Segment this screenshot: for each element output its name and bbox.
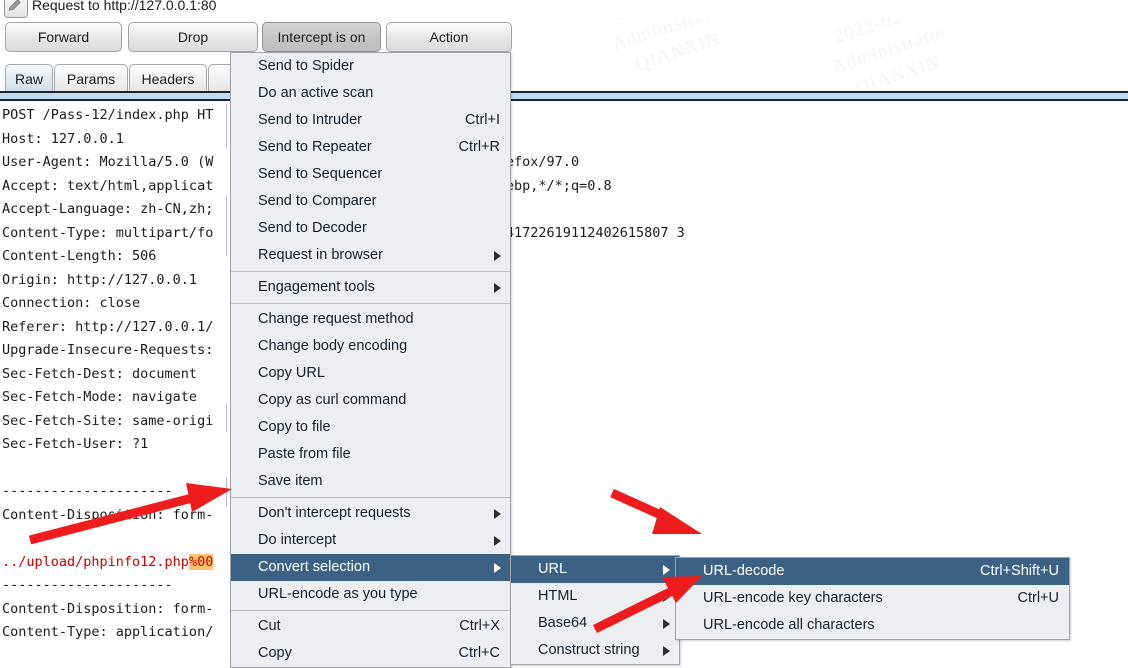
menu-item-accelerator: Ctrl+X	[459, 618, 500, 634]
menu-item-accelerator: Ctrl+R	[458, 139, 501, 155]
menu-item-label: Don't intercept requests	[258, 505, 411, 521]
menu-item-label: Save item	[258, 473, 323, 489]
chevron-right-icon	[494, 508, 501, 519]
menu-item[interactable]: Change request method	[231, 306, 510, 333]
menu-separator	[231, 497, 510, 498]
menu-item-label: Send to Repeater	[258, 139, 372, 155]
menu-item[interactable]: Copy URL	[231, 360, 510, 387]
menu-item-label: Change request method	[258, 311, 414, 327]
menu-item-label: Construct string	[538, 642, 640, 658]
convert-selection-submenu[interactable]: URL HTML Base64 Construct string	[510, 555, 680, 665]
menu-separator	[231, 303, 510, 304]
drop-button[interactable]: Drop	[128, 22, 258, 52]
menu-item[interactable]: Engagement tools	[231, 274, 510, 301]
menu-separator	[231, 271, 510, 272]
menu-item-label: Send to Sequencer	[258, 166, 383, 182]
menu-item[interactable]: Send to Decoder	[231, 215, 510, 242]
menu-item-accelerator: Ctrl+C	[458, 645, 501, 661]
menu-item[interactable]: Send to Sequencer	[231, 161, 510, 188]
editor-divider	[226, 104, 227, 148]
menu-item[interactable]: Send to Intruder Ctrl+I	[231, 107, 510, 134]
menu-item[interactable]: Change body encoding	[231, 333, 510, 360]
menu-item-label: Send to Spider	[258, 58, 354, 74]
menu-item-label: URL	[538, 561, 568, 577]
menu-item[interactable]: Save item	[231, 468, 510, 495]
chevron-right-icon	[494, 535, 501, 546]
menu-item[interactable]: Copy Ctrl+C	[231, 640, 510, 667]
menu-item-label: Copy to file	[258, 419, 331, 435]
menu-item-label: Do intercept	[258, 532, 337, 548]
menu-item[interactable]: URL	[511, 556, 679, 583]
menu-item[interactable]: Don't intercept requests	[231, 500, 510, 527]
editor-divider	[226, 404, 227, 432]
window-title-bar: Request to http://127.0.0.1:80	[0, 0, 1128, 18]
pencil-icon[interactable]	[4, 0, 28, 18]
menu-item[interactable]: Request in browser	[231, 242, 510, 269]
menu-item-label: Request in browser	[258, 247, 383, 263]
menu-item[interactable]: URL-decode Ctrl+Shift+U	[676, 558, 1069, 585]
context-menu[interactable]: Send to Spider Do an active scan Send to I…	[230, 52, 511, 668]
menu-item-label: URL-encode key characters	[703, 590, 883, 606]
menu-item-label: Copy as curl command	[258, 392, 407, 408]
menu-item-label: Paste from file	[258, 446, 351, 462]
menu-item-accelerator: Ctrl+I	[464, 112, 500, 128]
menu-item-label: Copy URL	[258, 365, 325, 381]
forward-button[interactable]: Forward	[5, 22, 122, 52]
menu-item[interactable]: URL-encode as you type	[231, 581, 510, 608]
menu-item-label: URL-encode all characters	[703, 617, 875, 633]
menu-item-label: URL-encode as you type	[258, 586, 418, 602]
chevron-right-icon	[663, 645, 670, 656]
menu-item[interactable]: Convert selection	[231, 554, 510, 581]
url-submenu[interactable]: URL-decode Ctrl+Shift+U URL-encode key cha…	[675, 557, 1070, 640]
menu-item[interactable]: Base64	[511, 610, 679, 637]
menu-item[interactable]: Construct string	[511, 637, 679, 664]
menu-item-label: Engagement tools	[258, 279, 375, 295]
menu-item-label: Send to Comparer	[258, 193, 377, 209]
chevron-right-icon	[663, 618, 670, 629]
menu-item[interactable]: Send to Repeater Ctrl+R	[231, 134, 510, 161]
tab-headers[interactable]: Headers	[129, 64, 207, 92]
menu-item[interactable]: Do an active scan	[231, 80, 510, 107]
menu-item-label: Copy	[258, 645, 292, 661]
window-title: Request to http://127.0.0.1:80	[32, 0, 217, 13]
menu-item[interactable]: URL-encode all characters	[676, 612, 1069, 639]
menu-item-label: Convert selection	[258, 559, 371, 575]
menu-item-label: URL-decode	[703, 563, 785, 579]
menu-item[interactable]: Copy as curl command	[231, 387, 510, 414]
chevron-right-icon	[663, 591, 670, 602]
editor-divider	[226, 478, 227, 506]
menu-separator	[231, 610, 510, 611]
menu-item-label: Base64	[538, 615, 588, 631]
menu-item-label: Change body encoding	[258, 338, 408, 354]
intercept-toggle-button[interactable]: Intercept is on	[262, 22, 381, 52]
menu-item[interactable]: Cut Ctrl+X	[231, 613, 510, 640]
editor-divider	[226, 196, 227, 256]
menu-item[interactable]: Send to Comparer	[231, 188, 510, 215]
menu-item[interactable]: Do intercept	[231, 527, 510, 554]
chevron-right-icon	[494, 282, 501, 293]
menu-item-label: Do an active scan	[258, 85, 374, 101]
menu-item-label: Send to Decoder	[258, 220, 367, 236]
menu-item-label: HTML	[538, 588, 578, 604]
menu-item[interactable]: Send to Spider	[231, 53, 510, 80]
menu-item[interactable]: Paste from file	[231, 441, 510, 468]
chevron-right-icon	[494, 562, 501, 573]
menu-item[interactable]: HTML	[511, 583, 679, 610]
editor-top-border-2	[0, 99, 1128, 101]
tab-raw[interactable]: Raw	[5, 64, 53, 92]
menu-item-label: Cut	[258, 618, 281, 634]
action-button[interactable]: Action	[386, 22, 512, 52]
menu-item-accelerator: Ctrl+U	[1017, 590, 1060, 606]
menu-item[interactable]: Copy to file	[231, 414, 510, 441]
menu-item-accelerator: Ctrl+Shift+U	[980, 563, 1059, 579]
chevron-right-icon	[663, 564, 670, 575]
menu-item-label: Send to Intruder	[258, 112, 362, 128]
tab-params[interactable]: Params	[54, 64, 128, 92]
menu-item[interactable]: URL-encode key characters Ctrl+U	[676, 585, 1069, 612]
chevron-right-icon	[494, 250, 501, 261]
